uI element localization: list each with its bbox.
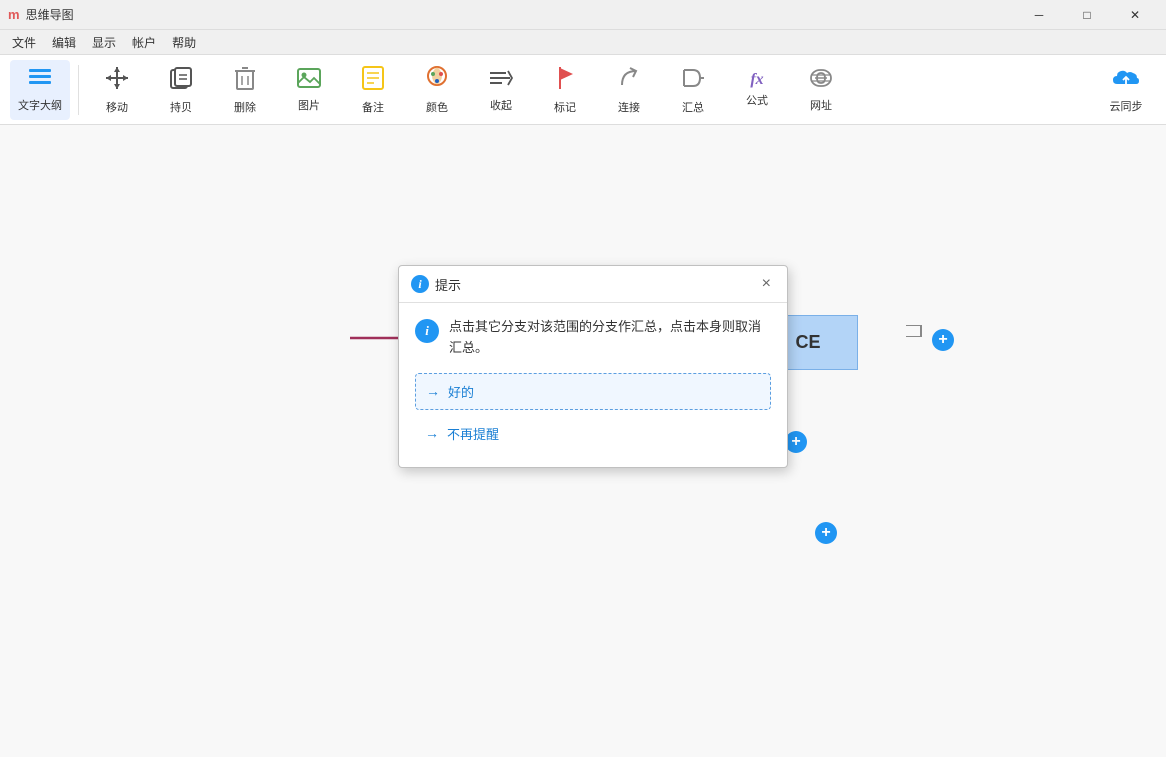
yanse-label: 颜色 xyxy=(426,99,448,115)
dialog-option-ok[interactable]: → 好的 xyxy=(415,373,771,410)
toolbar-biaoji[interactable]: 标记 xyxy=(535,60,595,120)
canvas-area[interactable]: CE + + + + 第一步 XXX i 提示 × xyxy=(0,125,1166,757)
beizhu-label: 备注 xyxy=(362,99,384,115)
wenzidagang-icon xyxy=(27,67,53,93)
app-icon: m xyxy=(8,7,20,22)
dialog-message-text: 点击其它分支对该范围的分支作汇总，点击本身则取消汇总。 xyxy=(449,317,771,359)
wenzidagang-label: 文字大纲 xyxy=(18,97,62,113)
biaoji-label: 标记 xyxy=(554,99,576,115)
lianjie-icon xyxy=(616,65,642,95)
menu-edit[interactable]: 编辑 xyxy=(44,32,84,53)
dialog-overlay: i 提示 × i 点击其它分支对该范围的分支作汇总，点击本身则取消汇总。 → 好… xyxy=(0,125,1166,757)
tupian-label: 图片 xyxy=(298,97,320,113)
close-button[interactable]: ✕ xyxy=(1112,0,1158,30)
maximize-button[interactable]: □ xyxy=(1064,0,1110,30)
wangzhi-icon xyxy=(808,67,834,93)
chiban-icon xyxy=(168,65,194,95)
beizhu-icon xyxy=(361,65,385,95)
dialog-box: i 提示 × i 点击其它分支对该范围的分支作汇总，点击本身则取消汇总。 → 好… xyxy=(398,265,788,468)
toolbar-chiban[interactable]: 持贝 xyxy=(151,60,211,120)
dialog-option-noremind-text: 不再提醒 xyxy=(447,424,499,443)
dialog-body: i 点击其它分支对该范围的分支作汇总，点击本身则取消汇总。 → 好的 → 不再提… xyxy=(399,303,787,467)
toolbar-wenzidagang[interactable]: 文字大纲 xyxy=(10,60,70,120)
shanchu-icon xyxy=(233,65,257,95)
toolbar-yanse[interactable]: 颜色 xyxy=(407,60,467,120)
toolbar-gongshi[interactable]: fx 公式 xyxy=(727,60,787,120)
toolbar-lianjie[interactable]: 连接 xyxy=(599,60,659,120)
dialog-header-icon: i xyxy=(411,275,429,293)
title-text: 思维导图 xyxy=(26,6,1016,23)
minimize-button[interactable]: ─ xyxy=(1016,0,1062,30)
lianjie-label: 连接 xyxy=(618,99,640,115)
toolbar-tupian[interactable]: 图片 xyxy=(279,60,339,120)
yidong-icon xyxy=(104,65,130,95)
toolbar-shouqi[interactable]: 收起 xyxy=(471,60,531,120)
yanse-icon xyxy=(424,65,450,95)
yunsync-label: 云同步 xyxy=(1110,98,1143,114)
menu-file[interactable]: 文件 xyxy=(4,32,44,53)
toolbar-huizong[interactable]: 汇总 xyxy=(663,60,723,120)
dialog-option-ok-arrow: → xyxy=(426,383,440,399)
biaoji-icon xyxy=(553,65,577,95)
menu-help[interactable]: 帮助 xyxy=(164,32,204,53)
dialog-option-ok-text: 好的 xyxy=(448,382,474,401)
title-bar: m 思维导图 ─ □ ✕ xyxy=(0,0,1166,30)
dialog-header: i 提示 × xyxy=(399,266,787,303)
menu-view[interactable]: 显示 xyxy=(84,32,124,53)
dialog-option-noremind-arrow: → xyxy=(425,425,439,441)
yidong-label: 移动 xyxy=(106,99,128,115)
shanchu-label: 删除 xyxy=(234,99,256,115)
chiban-label: 持贝 xyxy=(170,99,192,115)
gongshi-icon: fx xyxy=(750,72,763,88)
gongshi-label: 公式 xyxy=(746,92,768,108)
huizong-label: 汇总 xyxy=(682,99,704,115)
toolbar-beizhu[interactable]: 备注 xyxy=(343,60,403,120)
wangzhi-label: 网址 xyxy=(810,97,832,113)
toolbar-sep-1 xyxy=(78,65,79,115)
menu-bar: 文件 编辑 显示 帐户 帮助 xyxy=(0,30,1166,55)
dialog-option-noremind[interactable]: → 不再提醒 xyxy=(415,416,771,451)
tupian-icon xyxy=(296,67,322,93)
shouqi-label: 收起 xyxy=(490,97,512,113)
toolbar-shanchu[interactable]: 删除 xyxy=(215,60,275,120)
toolbar-yunsync[interactable]: 云同步 xyxy=(1096,60,1156,120)
toolbar: 文字大纲 移动 持贝 xyxy=(0,55,1166,125)
toolbar-wangzhi[interactable]: 网址 xyxy=(791,60,851,120)
toolbar-yidong[interactable]: 移动 xyxy=(87,60,147,120)
dialog-message-row: i 点击其它分支对该范围的分支作汇总，点击本身则取消汇总。 xyxy=(415,317,771,359)
shouqi-icon xyxy=(488,67,514,93)
dialog-title: 提示 xyxy=(435,275,752,294)
window-controls: ─ □ ✕ xyxy=(1016,0,1158,30)
dialog-close-button[interactable]: × xyxy=(758,274,775,294)
huizong-icon xyxy=(680,65,706,95)
dialog-message-icon: i xyxy=(415,319,439,343)
menu-account[interactable]: 帐户 xyxy=(124,32,164,53)
yunsync-icon xyxy=(1111,66,1141,94)
